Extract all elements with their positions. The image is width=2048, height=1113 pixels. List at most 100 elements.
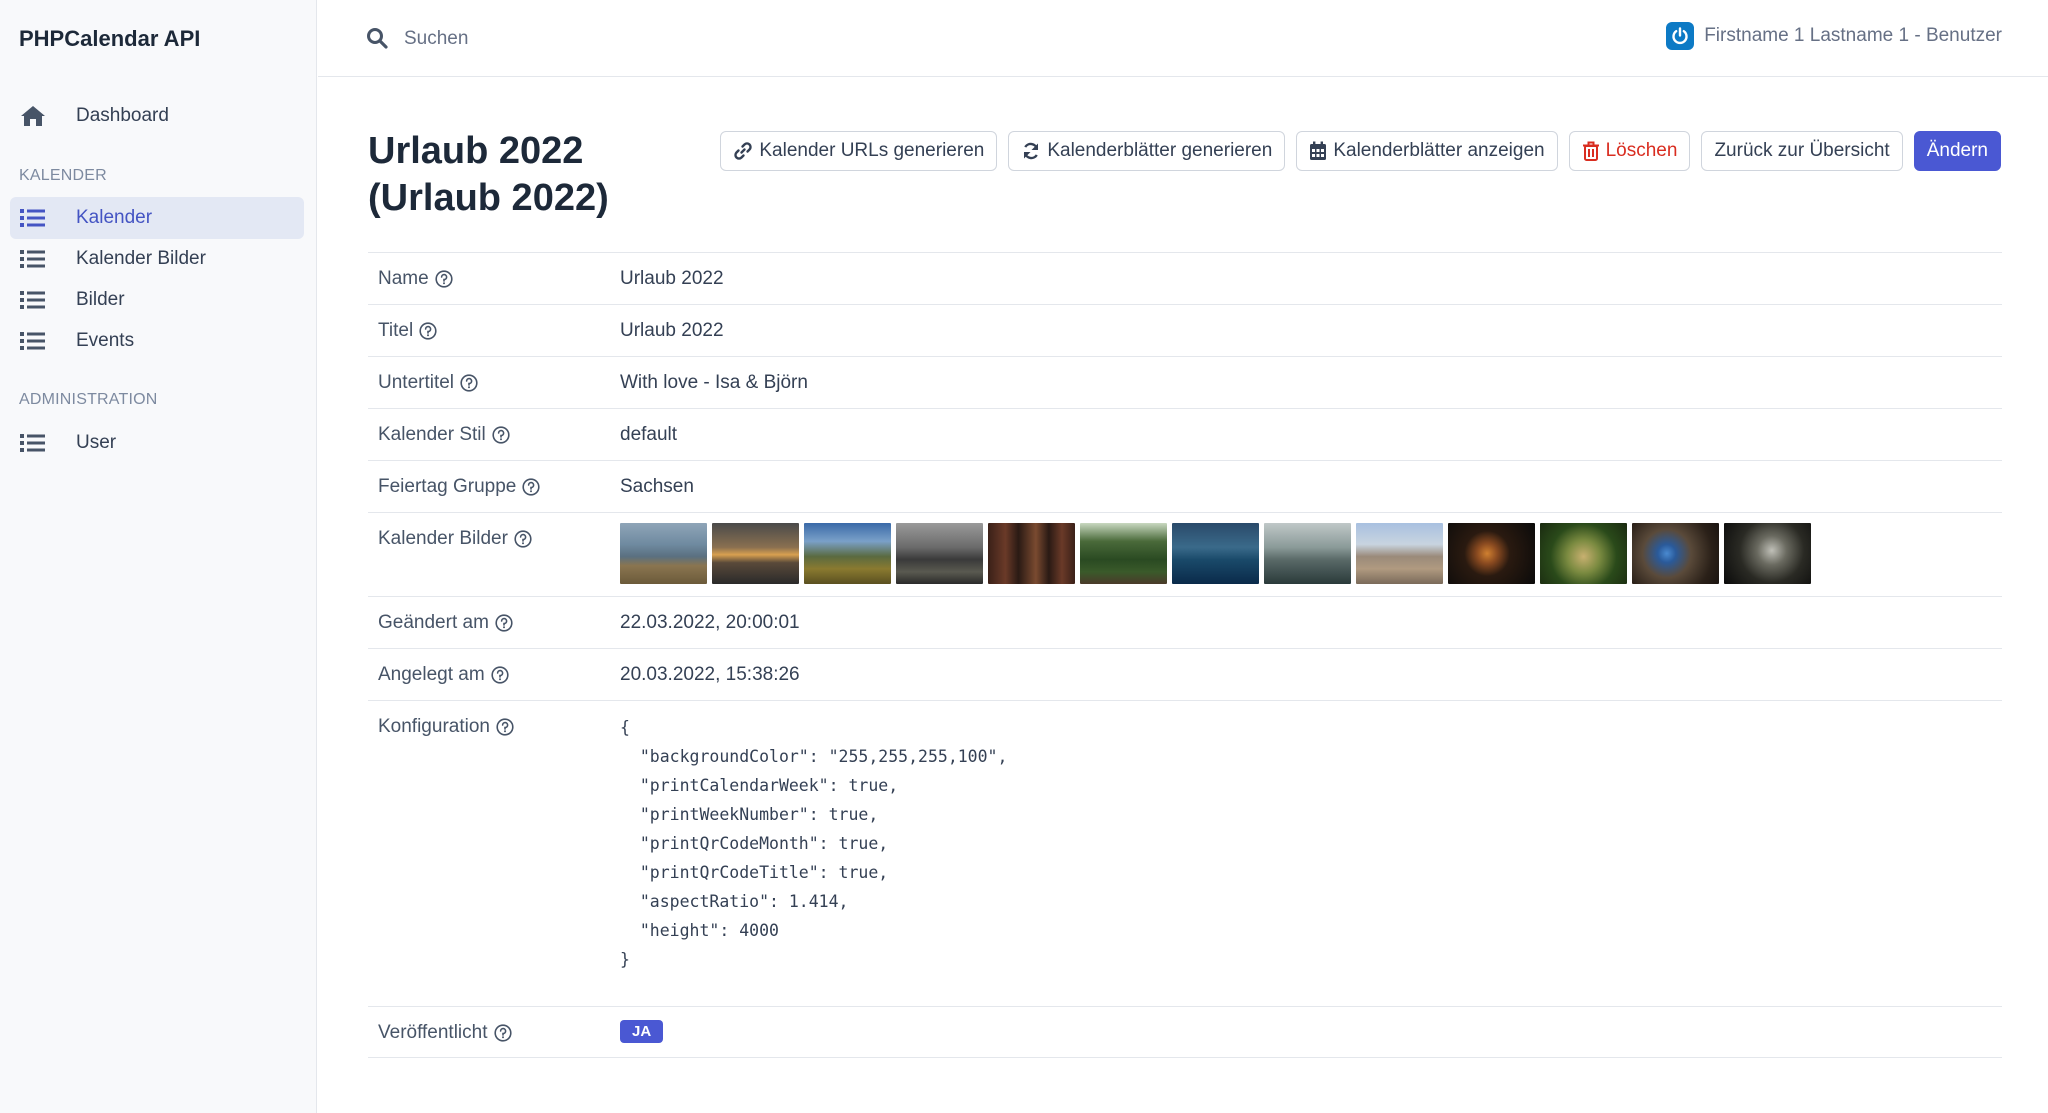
list-icon — [20, 205, 56, 231]
back-to-overview-button[interactable]: Zurück zur Übersicht — [1701, 131, 1903, 171]
search-input[interactable] — [402, 20, 806, 58]
field-label: Veröffentlicht — [378, 1022, 488, 1043]
sidebar: PHPCalendar API Dashboard KALENDER Kalen… — [0, 0, 317, 1113]
back-label: Zurück zur Übersicht — [1714, 140, 1890, 161]
field-label: Untertitel — [378, 372, 455, 393]
list-icon — [20, 246, 56, 272]
thumbnail-stormy-coast[interactable] — [896, 523, 983, 584]
detail-row-images: Kalender Bilder — [368, 512, 2002, 596]
thumbnail-bee[interactable] — [1448, 523, 1535, 584]
edit-label: Ändern — [1926, 140, 1988, 161]
field-value: 20.03.2022, 15:38:26 — [620, 664, 800, 685]
field-value: Urlaub 2022 — [620, 268, 724, 289]
home-icon — [20, 103, 56, 129]
power-icon — [1666, 22, 1695, 50]
field-label: Kalender Bilder — [378, 528, 508, 549]
show-sheets-label: Kalenderblätter anzeigen — [1333, 140, 1545, 161]
sidebar-item-label: Kalender — [76, 207, 153, 228]
field-label: Name — [378, 268, 429, 289]
help-icon[interactable] — [493, 1024, 512, 1042]
detail-row-style: Kalender Stil default — [368, 408, 2002, 460]
list-icon — [20, 328, 56, 354]
field-label: Angelegt am — [378, 664, 485, 685]
thumbnail-mountain-valley[interactable] — [804, 523, 891, 584]
generate-urls-button[interactable]: Kalender URLs generieren — [720, 131, 998, 171]
thumbnail-boat[interactable] — [1264, 523, 1351, 584]
detail-row-subtitle: Untertitel With love - Isa & Björn — [368, 356, 2002, 408]
sidebar-item-kalender[interactable]: Kalender — [10, 197, 304, 239]
help-icon[interactable] — [460, 374, 478, 392]
show-sheets-button[interactable]: Kalenderblätter anzeigen — [1296, 131, 1558, 171]
thumbnail-coast[interactable] — [620, 523, 707, 584]
generate-urls-label: Kalender URLs generieren — [759, 140, 985, 161]
field-label: Kalender Stil — [378, 424, 486, 445]
field-value: 22.03.2022, 20:00:01 — [620, 612, 800, 633]
sidebar-item-user[interactable]: User — [10, 422, 304, 464]
thumbnail-sunset-sea[interactable] — [712, 523, 799, 584]
help-icon[interactable] — [419, 322, 437, 340]
sidebar-item-kalender-bilder[interactable]: Kalender Bilder — [10, 238, 304, 280]
sidebar-item-label: Bilder — [76, 289, 125, 310]
delete-label: Löschen — [1605, 140, 1678, 161]
sidebar-item-dashboard[interactable]: Dashboard — [10, 95, 304, 137]
holiday-group-link[interactable]: Sachsen — [620, 461, 694, 513]
thumbnail-town-view[interactable] — [1356, 523, 1443, 584]
thumbnail-hedgehog-plant[interactable] — [1540, 523, 1627, 584]
help-icon[interactable] — [514, 530, 532, 548]
refresh-icon — [1021, 141, 1041, 161]
help-icon[interactable] — [495, 614, 513, 632]
calendar-icon — [1309, 141, 1327, 161]
sidebar-item-events[interactable]: Events — [10, 320, 304, 362]
detail-row-published: Veröffentlicht JA — [368, 1006, 2002, 1058]
field-label: Geändert am — [378, 612, 489, 633]
app-brand[interactable]: PHPCalendar API — [19, 26, 200, 52]
section-label-administration: ADMINISTRATION — [19, 391, 158, 408]
sidebar-item-label: User — [76, 432, 117, 453]
generate-sheets-button[interactable]: Kalenderblätter generieren — [1008, 131, 1286, 171]
help-icon[interactable] — [522, 478, 540, 496]
trash-icon — [1582, 141, 1600, 161]
detail-row-config: Konfiguration { "backgroundColor": "255,… — [368, 700, 2002, 1006]
thumbnail-forest[interactable] — [1080, 523, 1167, 584]
thumbnail-vineyard-vats[interactable] — [988, 523, 1075, 584]
field-label: Konfiguration — [378, 716, 490, 737]
link-icon — [733, 141, 753, 161]
field-label: Titel — [378, 320, 414, 341]
sidebar-item-label: Dashboard — [76, 105, 169, 126]
published-badge: JA — [620, 1020, 664, 1043]
field-label: Feiertag Gruppe — [378, 476, 517, 497]
config-json: { "backgroundColor": "255,255,255,100", … — [620, 718, 1008, 969]
field-value: With love - Isa & Björn — [620, 372, 808, 393]
sidebar-item-bilder[interactable]: Bilder — [10, 279, 304, 321]
sidebar-item-label: Kalender Bilder — [76, 248, 206, 269]
sidebar-item-label: Events — [76, 330, 135, 351]
edit-button[interactable]: Ändern — [1913, 131, 2001, 171]
user-name: Firstname 1 Lastname 1 - Benutzer — [1704, 25, 2002, 46]
page-title-line1: Urlaub 2022 — [368, 130, 584, 172]
detail-row-holiday: Feiertag Gruppe Sachsen — [368, 460, 2002, 512]
detail-row-changed: Geändert am 22.03.2022, 20:00:01 — [368, 596, 2002, 648]
thumbnail-blue-sea[interactable] — [1172, 523, 1259, 584]
list-icon — [20, 287, 56, 313]
help-icon[interactable] — [491, 666, 509, 684]
user-menu[interactable]: Firstname 1 Lastname 1 - Benutzer — [1666, 22, 2002, 50]
thumbnail-strip — [620, 513, 1811, 584]
help-icon[interactable] — [496, 718, 514, 736]
top-bar: Firstname 1 Lastname 1 - Benutzer — [318, 0, 2048, 77]
field-value: Urlaub 2022 — [620, 320, 724, 341]
delete-button[interactable]: Löschen — [1568, 131, 1691, 171]
detail-row-created: Angelegt am 20.03.2022, 15:38:26 — [368, 648, 2002, 700]
help-icon[interactable] — [492, 426, 510, 444]
page-title-line2: (Urlaub 2022) — [368, 177, 609, 219]
action-buttons: Kalender URLs generieren Kalenderblätter… — [720, 131, 2001, 171]
section-label-kalender: KALENDER — [19, 167, 107, 184]
page-title: Urlaub 2022 (Urlaub 2022) — [368, 128, 609, 222]
calendar-style-link[interactable]: default — [620, 409, 677, 461]
help-icon[interactable] — [435, 270, 453, 288]
detail-row-title: Titel Urlaub 2022 — [368, 304, 2002, 356]
thumbnail-bird[interactable] — [1724, 523, 1811, 584]
search-icon — [366, 27, 388, 54]
list-icon — [20, 430, 56, 456]
detail-table: Name Urlaub 2022 Titel Urlaub 2022 Unter… — [368, 252, 2002, 1058]
thumbnail-blue-circle[interactable] — [1632, 523, 1719, 584]
